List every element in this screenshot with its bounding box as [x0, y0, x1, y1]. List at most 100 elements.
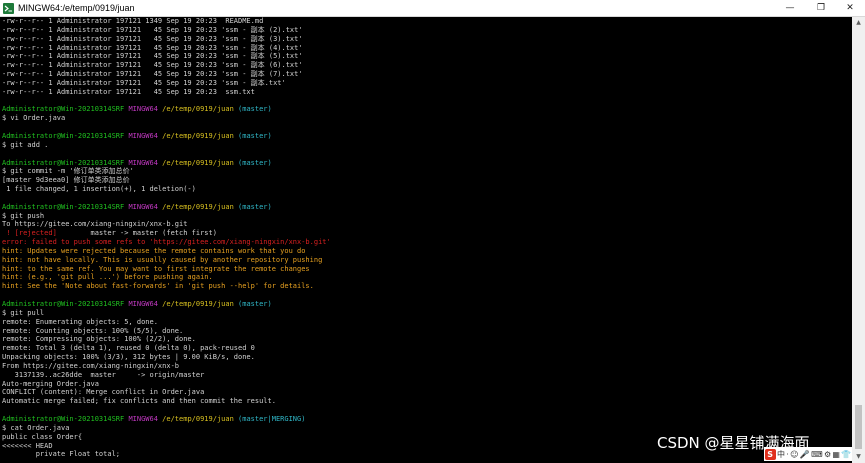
terminal-text-segment: MINGW64 [128, 300, 163, 308]
terminal-line: Administrator@Win-20210314SRF MINGW64 /e… [2, 300, 852, 309]
ime-toolbar[interactable]: S 中 · ☺ 🎤 ⌨ ⚙ ▦ 👕 [764, 447, 852, 461]
terminal-line: $ git add . [2, 141, 852, 150]
terminal-text-segment: Auto-merging Order.java [2, 379, 99, 388]
terminal-line: Automatic merge failed; fix conflicts an… [2, 397, 852, 406]
terminal-text-segment: -rw-r--r-- 1 Administrator 197121 45 Sep… [2, 34, 303, 43]
terminal-text-segment: (master) [238, 105, 272, 114]
terminal-text-segment: $ git commit -m '修订单类添加总价' [2, 167, 134, 176]
terminal-text-segment: /e/temp/0919/juan [162, 131, 239, 140]
terminal-line: Administrator@Win-20210314SRF MINGW64 /e… [2, 105, 852, 114]
terminal-text-segment: CONFLICT (content): Merge conflict in Or… [2, 388, 205, 397]
terminal-text-segment: remote: Counting objects: 100% (5/5), do… [2, 326, 184, 335]
terminal-line: -rw-r--r-- 1 Administrator 197121 45 Sep… [2, 52, 852, 61]
terminal-line: From https://gitee.com/xiang-ningxin/xnx… [2, 362, 852, 371]
restore-icon: ❐ [816, 3, 826, 13]
terminal-text-segment: $ git pull [2, 308, 45, 317]
terminal-text-segment: Administrator@Win-20210314SRF [2, 158, 129, 167]
terminal-lines: -rw-r--r-- 1 Administrator 197121 1349 S… [0, 17, 852, 459]
terminal-text-segment: remote: Enumerating objects: 5, done. [2, 317, 158, 326]
terminal-text-segment: Administrator@Win-20210314SRF [2, 131, 129, 140]
terminal-text-segment: error: failed to push some refs to 'http… [2, 238, 331, 247]
terminal-text-segment: To https://gitee.com/xiang-ningxin/xnx-b… [2, 220, 188, 229]
terminal-line: hint: See the 'Note about fast-forwards'… [2, 282, 852, 291]
terminal-text-segment: (master) [238, 158, 272, 167]
vertical-scrollbar[interactable]: ▲ ▼ [852, 17, 865, 463]
terminal-text-segment: remote: Compressing objects: 100% (2/2),… [2, 335, 196, 344]
window-title: MINGW64:/e/temp/0919/juan [18, 3, 135, 13]
terminal-output[interactable]: -rw-r--r-- 1 Administrator 197121 1349 S… [0, 17, 852, 463]
terminal-text-segment: Administrator@Win-20210314SRF [2, 414, 129, 423]
terminal-line: Administrator@Win-20210314SRF MINGW64 /e… [2, 415, 852, 424]
terminal-line: error: failed to push some refs to 'http… [2, 238, 852, 247]
terminal-text-segment: hint: (e.g., 'git pull ...') before push… [2, 273, 213, 282]
terminal-text-segment: public class Order{ [2, 432, 83, 441]
terminal-line: [master 9d3eea0] 修订单类添加总价 [2, 176, 852, 185]
terminal-text-segment: MINGW64 [128, 414, 163, 423]
terminal-line: hint: to the same ref. You may want to f… [2, 265, 852, 274]
terminal-text-segment: 1 file changed, 1 insertion(+), 1 deleti… [2, 185, 196, 194]
terminal-line: $ git push [2, 212, 852, 221]
terminal-text-segment: $ git add . [2, 140, 49, 149]
ime-grid-icon[interactable]: ▦ [832, 450, 840, 459]
terminal-line: remote: Enumerating objects: 5, done. [2, 318, 852, 327]
terminal-text-segment: From https://gitee.com/xiang-ningxin/xnx… [2, 361, 180, 370]
ime-settings-icon[interactable]: ⚙ [824, 450, 831, 459]
terminal-line: $ git commit -m '修订单类添加总价' [2, 167, 852, 176]
terminal-line: Administrator@Win-20210314SRF MINGW64 /e… [2, 203, 852, 212]
ime-chinese-mode[interactable]: 中 [777, 449, 785, 460]
terminal-text-segment: /e/temp/0919/juan [162, 158, 239, 167]
terminal-text-segment: hint: not have locally. This is usually … [2, 255, 323, 264]
ime-logo-icon[interactable]: S [764, 448, 776, 460]
terminal-text-segment: -rw-r--r-- 1 Administrator 197121 45 Sep… [2, 25, 303, 34]
ime-skin-icon[interactable]: 👕 [841, 450, 851, 459]
terminal-line: -rw-r--r-- 1 Administrator 197121 45 Sep… [2, 79, 852, 88]
terminal-text-segment: /e/temp/0919/juan [162, 202, 239, 211]
terminal-text-segment: (master) [238, 300, 272, 308]
terminal-line: -rw-r--r-- 1 Administrator 197121 1349 S… [2, 17, 852, 26]
terminal-line: 3137139..ac26dde master -> origin/master [2, 371, 852, 380]
terminal-text-segment: private Float total; [2, 450, 121, 459]
terminal-text-segment: ! [rejected] [2, 229, 91, 238]
mingw-terminal-icon [3, 2, 14, 14]
terminal-text-segment: Automatic merge failed; fix conflicts an… [2, 397, 276, 406]
terminal-text-segment: Administrator@Win-20210314SRF [2, 202, 129, 211]
terminal-text-segment: -rw-r--r-- 1 Administrator 197121 45 Sep… [2, 43, 303, 52]
ime-voice-icon[interactable]: 🎤 [800, 450, 810, 459]
terminal-text-segment: MINGW64 [128, 131, 163, 140]
scrollbar-thumb[interactable] [855, 405, 862, 449]
terminal-line: -rw-r--r-- 1 Administrator 197121 45 Sep… [2, 61, 852, 70]
terminal-line: -rw-r--r-- 1 Administrator 197121 45 Sep… [2, 88, 852, 97]
terminal-text-segment: hint: to the same ref. You may want to f… [2, 264, 310, 273]
terminal-text-segment: (master|MERGING) [238, 414, 306, 423]
terminal-text-segment: /e/temp/0919/juan [162, 105, 239, 114]
terminal-text-segment: MINGW64 [128, 202, 163, 211]
terminal-text-segment: remote: Total 3 (delta 1), reused 0 (del… [2, 344, 255, 353]
terminal-text-segment: $ cat Order.java [2, 423, 70, 432]
window-titlebar: MINGW64:/e/temp/0919/juan [0, 0, 865, 17]
terminal-line: hint: Updates were rejected because the … [2, 247, 852, 256]
terminal-text-segment: hint: See the 'Note about fast-forwards'… [2, 282, 314, 291]
ime-keyboard-icon[interactable]: ⌨ [811, 450, 823, 459]
scroll-up-arrow-icon[interactable]: ▲ [852, 17, 865, 29]
terminal-line: -rw-r--r-- 1 Administrator 197121 45 Sep… [2, 35, 852, 44]
terminal-text-segment: /e/temp/0919/juan [162, 300, 239, 308]
terminal-text-segment: Administrator@Win-20210314SRF [2, 105, 129, 114]
close-icon: ✕ [846, 3, 854, 13]
terminal-line: Auto-merging Order.java [2, 380, 852, 389]
terminal-text-segment: master -> master (fetch first) [90, 229, 217, 238]
ime-punctuation-icon[interactable]: · [786, 450, 789, 459]
terminal-line: Administrator@Win-20210314SRF MINGW64 /e… [2, 132, 852, 141]
minimize-button[interactable]: — [773, 0, 807, 16]
terminal-text-segment: (master) [238, 202, 272, 211]
close-button[interactable]: ✕ [833, 0, 865, 16]
terminal-text-segment: [master 9d3eea0] 修订单类添加总价 [2, 176, 130, 185]
scroll-down-arrow-icon[interactable]: ▼ [852, 451, 865, 463]
ime-emoji-icon[interactable]: ☺ [790, 450, 798, 459]
minimize-icon: — [785, 3, 795, 13]
terminal-text-segment: /e/temp/0919/juan [162, 414, 239, 423]
